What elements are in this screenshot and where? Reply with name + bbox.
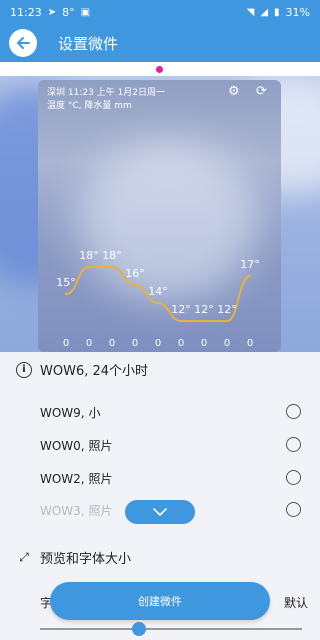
option-label[interactable]: WOW0, 照片 — [40, 437, 112, 454]
option-radio[interactable] — [286, 502, 301, 517]
temperature-point — [248, 274, 252, 278]
status-bar: 11:23 ➤ 8° ▣ ◥ ◢ ▮ 31% — [0, 0, 320, 24]
precipitation-label: 0 — [224, 338, 230, 349]
option-label[interactable]: WOW9, 小 — [40, 404, 100, 421]
precipitation-label: 0 — [63, 338, 69, 349]
option-label[interactable]: WOW2, 照片 — [40, 470, 112, 487]
temperature-label: 12° — [194, 303, 214, 316]
temperature-point — [133, 283, 137, 287]
temperature-point — [87, 265, 91, 269]
widget-preview-area: 深圳 11:23 上午 1月2日周一 温度 °C, 降水量 mm ⚙ ⟳ 15°… — [0, 76, 320, 352]
font-size-slider-thumb[interactable] — [132, 622, 146, 636]
signal-icon: ◢ — [260, 6, 269, 18]
temperature-label: 14° — [148, 285, 168, 298]
app-bar: 设置微件 — [0, 24, 320, 62]
page-title: 设置微件 — [58, 34, 119, 53]
option-radio[interactable] — [286, 404, 301, 419]
back-button[interactable] — [9, 29, 37, 57]
temperature-point — [156, 301, 160, 305]
option-label[interactable]: WOW3, 照片 — [40, 502, 112, 519]
create-widget-button[interactable]: 创建微件 — [50, 582, 270, 620]
precipitation-label: 0 — [86, 338, 92, 349]
option-radio[interactable] — [286, 470, 301, 485]
temperature-label: 12° — [171, 303, 191, 316]
page-indicator-dot[interactable] — [156, 66, 163, 73]
notification-icon: ▣ — [80, 6, 91, 18]
temperature-point — [225, 319, 229, 323]
temperature-label: 16° — [125, 267, 145, 280]
settings-panel: i WOW6, 24个小时 WOW9, 小 WOW0, 照片 WOW2, 照片 … — [0, 352, 320, 640]
navigation-icon: ➤ — [47, 6, 57, 18]
temperature-point — [110, 265, 114, 269]
temperature-point — [179, 319, 183, 323]
preview-title: 预览和字体大小 — [40, 552, 132, 567]
temperature-label: 18° — [102, 249, 122, 262]
precipitation-label: 0 — [109, 338, 115, 349]
arrow-left-icon — [17, 37, 30, 49]
temperature-label: 12° — [217, 303, 237, 316]
precipitation-label: 0 — [155, 338, 161, 349]
battery-icon: ▮ — [274, 6, 280, 18]
battery-level: 31% — [285, 5, 310, 19]
expand-button[interactable] — [125, 500, 195, 524]
temperature-point — [202, 319, 206, 323]
temperature-label: 18° — [79, 249, 99, 262]
precipitation-label: 0 — [201, 338, 207, 349]
section-header: i WOW6, 24个小时 — [16, 360, 148, 379]
temperature-chart: 15° 0 18° 0 18° 0 16° 0 14° 0 12° 0 12° 0 12° 0 17° 0 — [56, 249, 260, 349]
preview-section-header: ⤢ 预览和字体大小 — [16, 548, 131, 567]
precipitation-label: 0 — [247, 338, 253, 349]
chevron-down-icon — [153, 508, 167, 516]
status-time: 11:23 — [10, 5, 42, 19]
section-title: WOW6, 24个小时 — [40, 364, 149, 379]
temperature-label: 17° — [240, 258, 260, 271]
precipitation-label: 0 — [178, 338, 184, 349]
temperature-point — [64, 292, 68, 296]
wifi-icon: ◥ — [246, 6, 255, 18]
option-radio[interactable] — [286, 437, 301, 452]
temperature-label: 15° — [56, 276, 76, 289]
status-temperature: 8° — [62, 5, 75, 19]
precipitation-label: 0 — [132, 338, 138, 349]
font-size-slider[interactable] — [40, 628, 302, 630]
info-icon: i — [16, 361, 32, 378]
weather-widget[interactable]: 深圳 11:23 上午 1月2日周一 温度 °C, 降水量 mm ⚙ ⟳ 15°… — [38, 80, 281, 352]
font-size-default: 默认 — [284, 596, 309, 610]
page-indicator — [0, 62, 320, 76]
fullscreen-icon[interactable]: ⤢ — [16, 550, 32, 565]
